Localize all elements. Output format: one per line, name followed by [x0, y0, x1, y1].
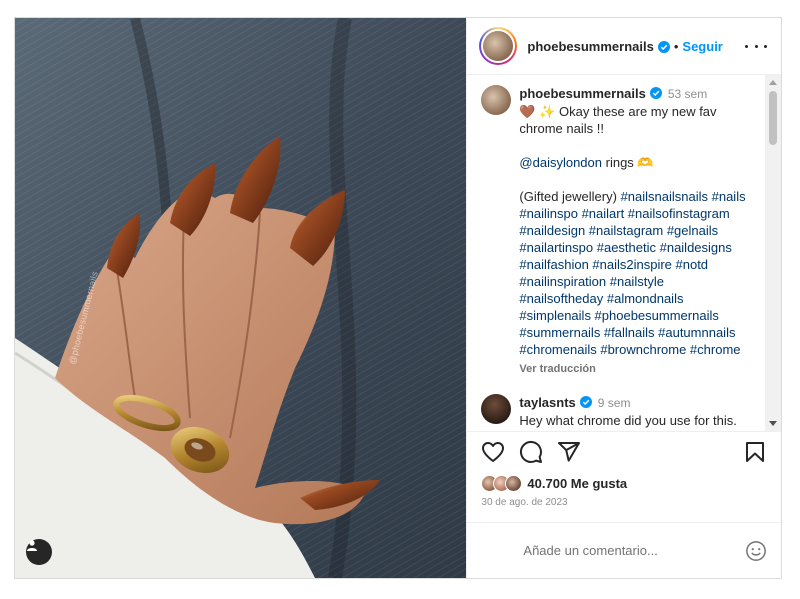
comments-list[interactable]: phoebesummernails 53 sem 🤎 ✨ Okay these a… [467, 75, 781, 431]
follow-button[interactable]: Seguir [682, 39, 722, 54]
caption-mention-suffix: rings 🫶 [605, 155, 654, 170]
scrollbar-thumb[interactable] [769, 91, 777, 145]
reply-time[interactable]: 9 sem [598, 396, 631, 410]
caption-username[interactable]: phoebesummernails [519, 86, 645, 101]
reply-username[interactable]: taylasnts [519, 395, 575, 410]
post-actions [467, 431, 781, 471]
likes-row: 40.700 Me gusta [467, 471, 781, 495]
liker-avatars[interactable] [481, 474, 523, 492]
comment-icon[interactable] [519, 440, 543, 464]
caption-comment: phoebesummernails 53 sem 🤎 ✨ Okay these a… [481, 85, 763, 378]
separator-dot: • [673, 38, 679, 54]
verified-badge-icon [657, 40, 670, 53]
caption-emoji: 🤎 ✨ [519, 104, 556, 119]
bookmark-icon[interactable] [743, 440, 767, 464]
tagged-users-button[interactable] [26, 539, 52, 565]
author-avatar[interactable] [479, 27, 518, 65]
author-username[interactable]: phoebesummernails [527, 39, 653, 54]
verified-badge-icon [649, 86, 662, 99]
reply-avatar[interactable] [481, 394, 512, 424]
scroll-down-arrow-icon[interactable] [769, 421, 777, 426]
caption-hashtags[interactable]: #nailsnailsnails #nails #nailinspo #nail… [519, 189, 745, 357]
verified-badge-icon [579, 395, 592, 408]
post-dialog: @phoebesummernails phoebesummernails • S… [14, 17, 782, 579]
see-translation-link[interactable]: Ver traducción [519, 361, 747, 378]
comment-input[interactable] [523, 543, 745, 558]
reply-text: Hey what chrome did you use for this. Lo… [519, 413, 737, 431]
reply-comment: taylasnts 9 sem Hey what chrome did you u… [481, 394, 763, 431]
caption-gifted: (Gifted jewellery) [519, 189, 617, 204]
share-icon[interactable] [557, 440, 581, 464]
caption-mention[interactable]: @daisylondon [519, 155, 602, 170]
add-comment-bar [467, 522, 781, 578]
comments-scrollbar[interactable] [765, 75, 781, 431]
scroll-up-arrow-icon[interactable] [769, 80, 777, 85]
caption-avatar[interactable] [481, 85, 512, 115]
post-image[interactable]: @phoebesummernails [15, 18, 467, 578]
likes-count[interactable]: 40.700 Me gusta [527, 476, 627, 491]
caption-time[interactable]: 53 sem [668, 87, 707, 101]
emoji-icon[interactable] [745, 540, 767, 562]
heart-icon[interactable] [481, 440, 505, 464]
post-sidebar: phoebesummernails • Seguir phoebesummern… [466, 18, 781, 578]
post-header: phoebesummernails • Seguir [467, 18, 781, 75]
post-date[interactable]: 30 de ago. de 2023 [467, 497, 781, 508]
more-options-icon[interactable] [745, 36, 767, 56]
